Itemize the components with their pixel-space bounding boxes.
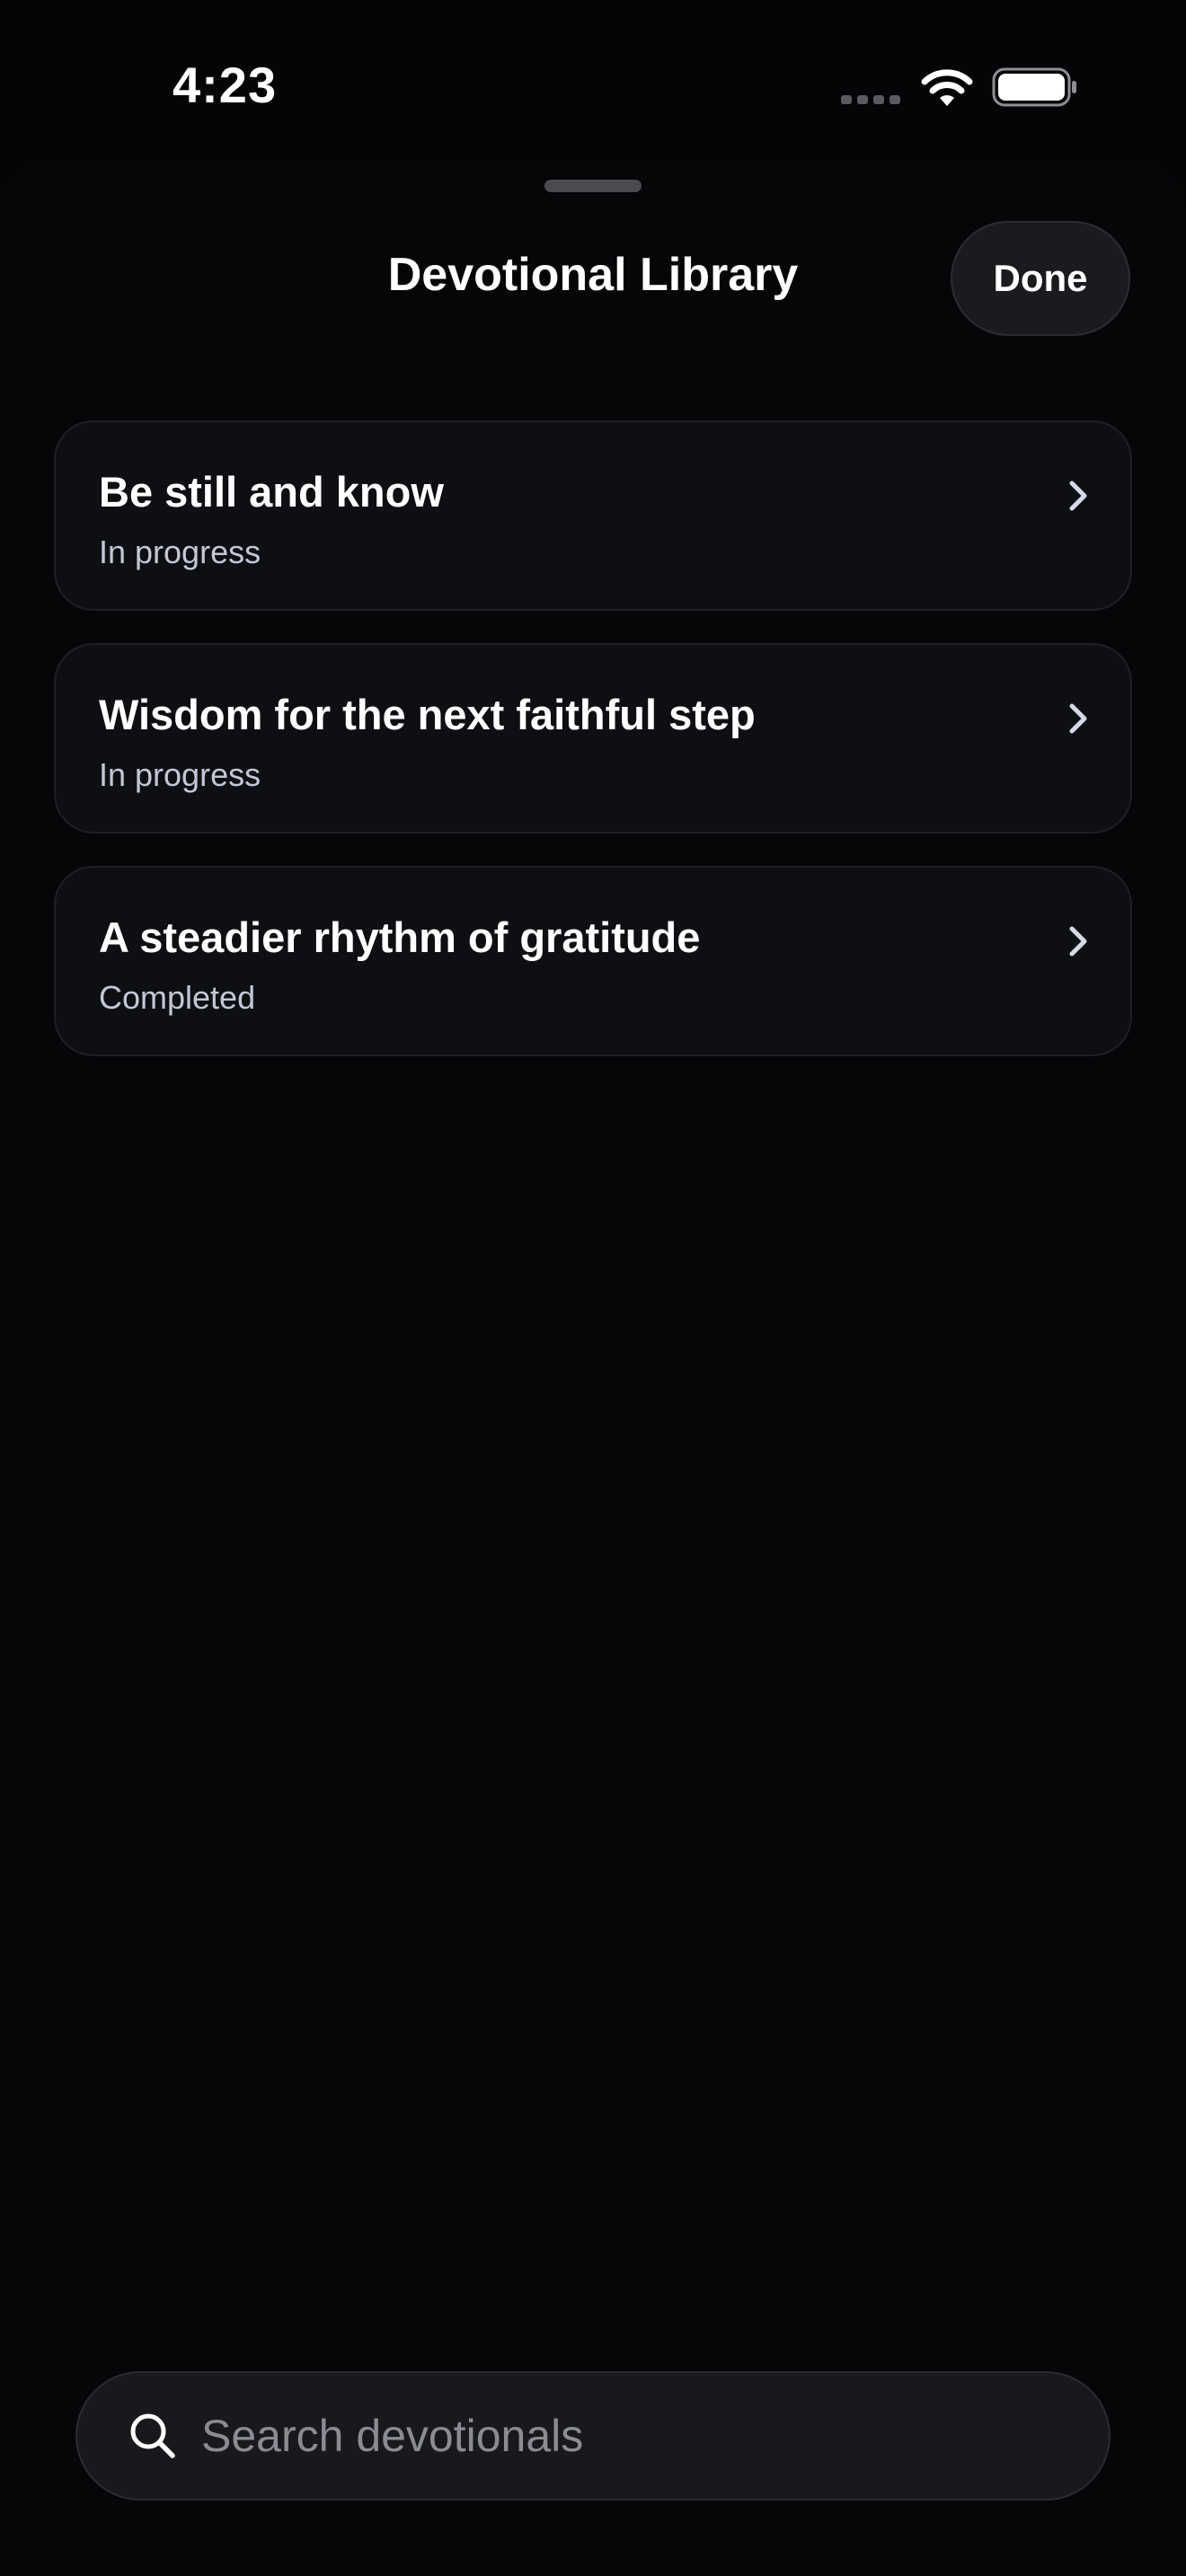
devotional-title: A steadier rhythm of gratitude xyxy=(99,913,701,961)
devotional-status: Completed xyxy=(99,979,256,1016)
status-bar: 4:23 xyxy=(0,0,1186,162)
devotional-list: Be still and know In progress Wisdom for… xyxy=(54,420,1132,1089)
cellular-signal-icon xyxy=(841,95,900,104)
devotional-title: Be still and know xyxy=(99,468,444,516)
chevron-right-icon xyxy=(1069,703,1087,734)
devotional-card[interactable]: A steadier rhythm of gratitude Completed xyxy=(54,866,1132,1056)
search-icon xyxy=(130,2413,175,2458)
status-time: 4:23 xyxy=(173,57,278,113)
search-input[interactable] xyxy=(201,2373,1064,2499)
done-button[interactable]: Done xyxy=(951,221,1130,336)
devotional-title: Wisdom for the next faithful step xyxy=(99,691,756,738)
devotional-card[interactable]: Wisdom for the next faithful step In pro… xyxy=(54,643,1132,834)
devotional-status: In progress xyxy=(99,756,261,793)
devotional-status: In progress xyxy=(99,534,261,570)
devotional-library-screen: 4:23 Devotional Library Done Be still an… xyxy=(0,0,1186,2576)
wifi-icon xyxy=(921,69,973,106)
battery-icon xyxy=(992,67,1076,107)
search-bar[interactable] xyxy=(75,2371,1111,2501)
chevron-right-icon xyxy=(1069,926,1087,957)
chevron-right-icon xyxy=(1069,481,1087,511)
sheet-grabber[interactable] xyxy=(544,180,642,192)
devotional-card[interactable]: Be still and know In progress xyxy=(54,420,1132,611)
